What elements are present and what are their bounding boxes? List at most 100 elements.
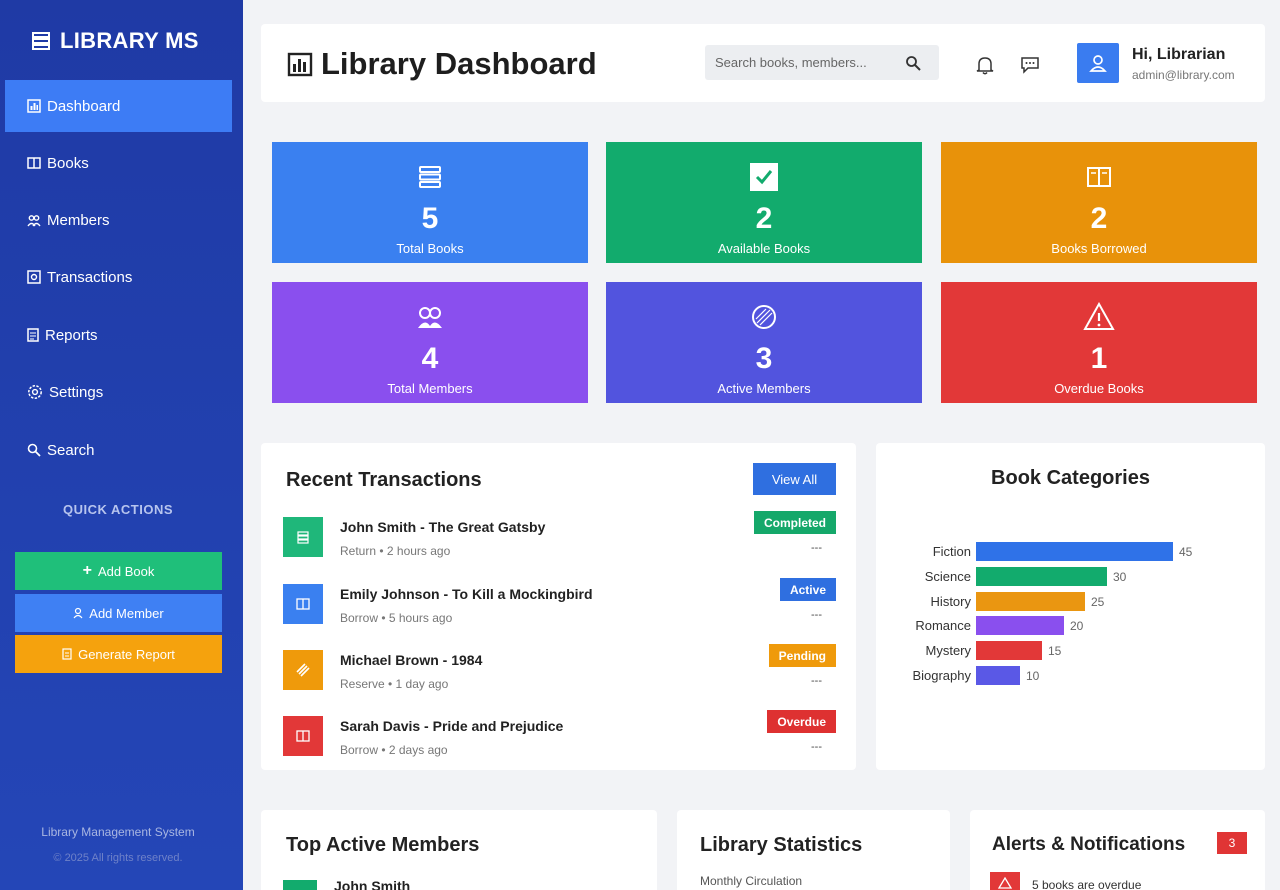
transaction-row[interactable]: Michael Brown - 1984 Reserve • 1 day ago… xyxy=(261,644,856,716)
chart-icon xyxy=(27,99,41,113)
add-book-label: Add Book xyxy=(97,563,155,579)
transaction-title: Michael Brown - 1984 xyxy=(340,652,483,668)
sidebar-item-settings[interactable]: Settings xyxy=(5,366,232,418)
stat-value: 1 xyxy=(1090,342,1108,375)
chart-title: Book Categories xyxy=(991,467,1150,489)
sidebar-item-label: Transactions xyxy=(47,268,133,286)
sidebar-item-search[interactable]: Search xyxy=(5,424,232,476)
stat-card-active-members[interactable]: 3 Active Members xyxy=(606,282,922,403)
brand: LIBRARY MS xyxy=(30,28,199,54)
bookmark-icon xyxy=(283,650,323,690)
stat-card-total-members[interactable]: 4 Total Members xyxy=(272,282,588,403)
library-statistics-title: Library Statistics xyxy=(700,834,863,856)
search-icon xyxy=(27,443,41,457)
book-categories-panel: Book Categories Fiction 45 Science 30 Histor… xyxy=(876,443,1265,770)
generate-report-label: Generate Report xyxy=(78,646,175,662)
top-active-members-panel: Top Active Members John Smith xyxy=(261,810,657,890)
add-member-button[interactable]: Add Member xyxy=(15,594,222,632)
open-book-icon xyxy=(941,162,1257,192)
transaction-meta: Borrow • 2 days ago xyxy=(340,743,448,757)
sidebar-item-books[interactable]: Books xyxy=(5,137,232,189)
stat-value: 2 xyxy=(755,202,773,235)
gear-icon xyxy=(28,385,42,399)
transaction-meta: Return • 2 hours ago xyxy=(340,544,451,558)
search-box xyxy=(705,45,939,80)
chart-value-label: 20 xyxy=(1070,619,1084,634)
library-statistics-panel: Library Statistics Monthly Circulation xyxy=(677,810,950,890)
add-member-label: Add Member xyxy=(89,605,164,621)
alerts-count-badge: 3 xyxy=(1217,832,1247,854)
user-email: admin@library.com xyxy=(1132,68,1235,82)
members-icon xyxy=(27,215,41,227)
member-name: John Smith xyxy=(334,878,411,890)
warning-icon xyxy=(941,302,1257,332)
stat-value: 4 xyxy=(421,342,439,375)
sidebar-footer-copyright: © 2025 All rights reserved. xyxy=(53,852,183,864)
add-book-button[interactable]: + Add Book xyxy=(15,552,222,590)
stat-label: Overdue Books xyxy=(1054,381,1144,396)
page-title: Library Dashboard xyxy=(287,46,597,82)
user-icon xyxy=(73,607,83,619)
stat-value: 5 xyxy=(421,202,439,235)
sidebar-item-label: Reports xyxy=(45,326,98,344)
search-icon[interactable] xyxy=(905,55,921,71)
chat-icon[interactable] xyxy=(1019,54,1041,76)
stat-label: Total Books xyxy=(396,241,464,256)
bell-icon[interactable] xyxy=(974,54,996,76)
stat-value: 3 xyxy=(755,342,773,375)
sidebar-item-label: Settings xyxy=(49,383,104,401)
view-all-button[interactable]: View All xyxy=(753,463,836,495)
sidebar-item-label: Members xyxy=(47,211,110,229)
chart-icon xyxy=(287,52,313,77)
checkmark-icon xyxy=(606,162,922,192)
chart-value-label: 10 xyxy=(1026,669,1040,683)
transaction-row[interactable]: Emily Johnson - To Kill a Mockingbird Bo… xyxy=(261,578,856,650)
chart-bar xyxy=(976,542,1173,561)
chart-category-label: Biography xyxy=(912,668,971,683)
alert-text: 5 books are overdue xyxy=(1032,878,1142,890)
stat-card-books-borrowed[interactable]: 2 Books Borrowed xyxy=(941,142,1257,263)
chart-bar xyxy=(976,566,1107,586)
transaction-meta: Borrow • 5 hours ago xyxy=(340,611,453,625)
sidebar-item-transactions[interactable]: Transactions xyxy=(5,251,232,303)
sidebar-item-dashboard[interactable]: Dashboard xyxy=(5,80,232,132)
chart-bar xyxy=(976,666,1020,685)
book-icon xyxy=(283,716,323,756)
chart-bar xyxy=(976,591,1085,611)
stat-card-overdue-books[interactable]: 1 Overdue Books xyxy=(941,282,1257,403)
stat-card-available-books[interactable]: 2 Available Books xyxy=(606,142,922,263)
stat-card-total-books[interactable]: 5 Total Books xyxy=(272,142,588,263)
books-stack-icon xyxy=(32,32,50,50)
search-input[interactable] xyxy=(715,55,905,70)
user-icon xyxy=(1089,55,1107,72)
page-title-text: Library Dashboard xyxy=(321,46,597,81)
generate-report-button[interactable]: Generate Report xyxy=(15,635,222,673)
warning-icon xyxy=(990,872,1020,890)
report-icon xyxy=(27,328,39,342)
stat-value: 2 xyxy=(1090,202,1108,235)
transaction-title: Sarah Davis - Pride and Prejudice xyxy=(340,718,564,734)
avatar[interactable] xyxy=(1077,43,1119,83)
sidebar-item-members[interactable]: Members xyxy=(5,194,232,246)
sidebar-item-label: Dashboard xyxy=(47,97,121,115)
sidebar-item-reports[interactable]: Reports xyxy=(5,309,232,361)
sidebar-item-label: Books xyxy=(47,154,89,172)
user-greeting: Hi, Librarian xyxy=(1132,46,1226,63)
alerts-title: Alerts & Notifications xyxy=(992,834,1186,855)
top-active-members-title: Top Active Members xyxy=(286,834,480,856)
transaction-row[interactable]: John Smith - The Great Gatsby Return • 2… xyxy=(261,511,856,583)
chart-value-label: 15 xyxy=(1048,644,1062,659)
transaction-title: John Smith - The Great Gatsby xyxy=(340,519,546,535)
brand-label: LIBRARY MS xyxy=(60,28,199,53)
chart-value-label: 25 xyxy=(1091,594,1105,609)
status-badge: Completed xyxy=(753,511,836,534)
chart-category-label: Romance xyxy=(915,618,971,634)
chart-category-label: Science xyxy=(924,568,971,584)
transaction-due: --- xyxy=(811,675,822,687)
status-badge: Active xyxy=(779,578,836,601)
transaction-row[interactable]: Sarah Davis - Pride and Prejudice Borrow… xyxy=(261,710,856,782)
transactions-icon xyxy=(27,270,41,284)
recent-transactions-title: Recent Transactions xyxy=(286,469,482,491)
alerts-panel: Alerts & Notifications 3 5 books are ove… xyxy=(970,810,1265,890)
quick-actions-title: QUICK ACTIONS xyxy=(62,502,174,517)
